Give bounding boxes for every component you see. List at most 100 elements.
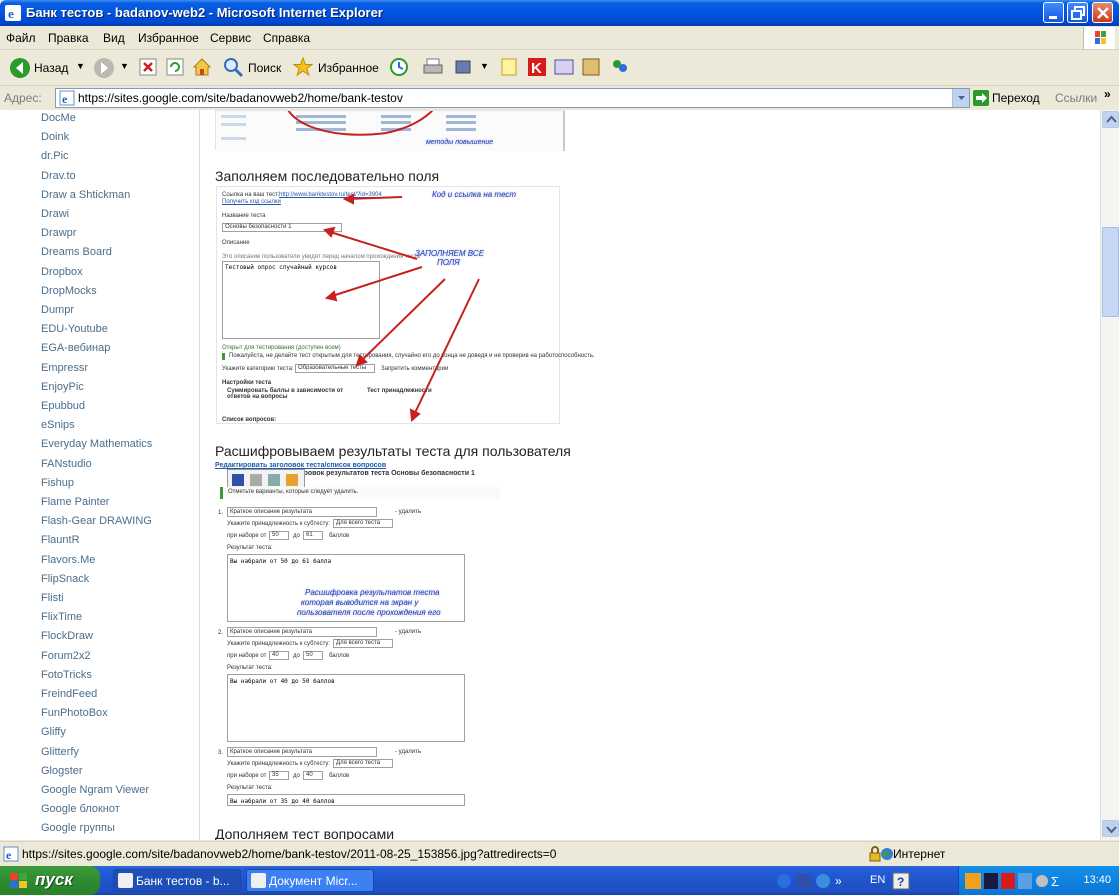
sidebar-item[interactable]: eSnips xyxy=(41,419,75,431)
sidebar-item[interactable]: Dumpr xyxy=(41,304,74,316)
sidebar-item[interactable]: Google группы xyxy=(41,822,115,834)
sidebar-item[interactable]: Glitterfy xyxy=(41,746,79,758)
stop-icon[interactable] xyxy=(137,56,159,80)
sidebar-item[interactable]: FotoTricks xyxy=(41,669,92,681)
go-arrow-icon xyxy=(973,90,989,106)
scroll-thumb[interactable] xyxy=(1102,227,1119,317)
score-from-field: 50 xyxy=(269,531,289,540)
print-icon[interactable] xyxy=(422,56,444,80)
menu-view[interactable]: Вид xyxy=(103,31,125,45)
history-icon[interactable] xyxy=(388,56,410,80)
menu-favorites[interactable]: Избранное xyxy=(138,31,199,45)
sidebar-item[interactable]: EGA-вебинар xyxy=(41,342,110,354)
sidebar-item[interactable]: EnjoyPic xyxy=(41,381,84,393)
sidebar-item[interactable]: Glogster xyxy=(41,765,83,777)
sidebar-item[interactable]: Dreams Board xyxy=(41,246,112,258)
research-icon[interactable] xyxy=(580,56,602,80)
favorites-button[interactable]: Избранное xyxy=(318,61,379,75)
close-button[interactable] xyxy=(1092,2,1113,23)
translate-icon[interactable] xyxy=(553,56,575,80)
menu-file[interactable]: Файл xyxy=(6,31,36,45)
score-prefix: при наборе от xyxy=(227,773,267,779)
score-from-field: 40 xyxy=(269,651,289,660)
sidebar-item[interactable]: FlixTime xyxy=(41,611,82,623)
status-page-icon: e xyxy=(3,846,19,862)
sidebar-item[interactable]: Draw a Shtickman xyxy=(41,189,130,201)
sidebar-item[interactable]: DocMe xyxy=(41,112,76,124)
result-short-field: Краткое описание результата xyxy=(227,627,377,637)
sidebar-item[interactable]: Gliffy xyxy=(41,726,66,738)
search-button[interactable]: Поиск xyxy=(248,61,281,75)
sidebar-item[interactable]: Forum2x2 xyxy=(41,650,91,662)
section-heading-results: Расшифровываем результаты теста для поль… xyxy=(215,443,571,459)
subtest-value: Для всего теста xyxy=(336,520,381,526)
kaspersky-icon[interactable]: K xyxy=(526,56,548,80)
sidebar-item[interactable]: DropMocks xyxy=(41,285,97,297)
links-button[interactable]: Ссылки xyxy=(1055,91,1097,105)
vertical-scrollbar[interactable] xyxy=(1100,110,1119,840)
sidebar-item[interactable]: FunPhotoBox xyxy=(41,707,108,719)
notes-icon[interactable] xyxy=(498,56,520,80)
task-ie[interactable]: Банк тестов - b... xyxy=(113,869,241,892)
quicklaunch-icons[interactable]: » xyxy=(775,872,851,890)
sidebar-item[interactable]: Flavors.Me xyxy=(41,554,95,566)
go-button[interactable]: Переход xyxy=(973,89,1045,107)
start-button[interactable]: пуск xyxy=(0,866,100,895)
sidebar-item[interactable]: FlauntR xyxy=(41,534,80,546)
sidebar-item[interactable]: Everyday Mathematics xyxy=(41,438,152,450)
sidebar-item[interactable]: Flisti xyxy=(41,592,64,604)
top-annotation: методы повышение xyxy=(426,139,494,146)
refresh-icon[interactable] xyxy=(164,56,186,80)
edit-dropdown-icon[interactable]: ▼ xyxy=(480,61,489,71)
title-bar[interactable]: e Банк тестов - badanov-web2 - Microsoft… xyxy=(0,0,1119,26)
menu-tools[interactable]: Сервис xyxy=(210,31,251,45)
sidebar-item[interactable]: FreindFeed xyxy=(41,688,97,700)
messenger-icon[interactable] xyxy=(609,56,631,80)
forward-dropdown-icon[interactable]: ▼ xyxy=(120,61,129,71)
menu-help[interactable]: Справка xyxy=(263,31,310,45)
address-input[interactable]: e https://sites.google.com/site/badanovw… xyxy=(55,88,970,108)
windows-flag-icon xyxy=(1083,27,1115,49)
sidebar-item[interactable]: FANstudio xyxy=(41,458,92,470)
address-dropdown-icon[interactable] xyxy=(952,89,969,107)
sidebar-item[interactable]: FlipSnack xyxy=(41,573,89,585)
favorites-star-icon[interactable] xyxy=(292,56,314,80)
result-text: Вы набрали от 40 до 50 баллов xyxy=(230,678,335,685)
sidebar-item[interactable]: Google блокнот xyxy=(41,803,120,815)
sidebar-item[interactable]: Fishup xyxy=(41,477,74,489)
scroll-up-icon[interactable] xyxy=(1102,111,1119,128)
result-short: Краткое описание результата xyxy=(230,509,312,515)
help-icon[interactable]: ? xyxy=(892,872,932,890)
sidebar-item[interactable]: Doink xyxy=(41,131,69,143)
chevron-right-icon[interactable]: » xyxy=(1104,87,1111,101)
sidebar-item[interactable]: EDU-Youtube xyxy=(41,323,108,335)
sidebar-item[interactable]: Epubbud xyxy=(41,400,85,412)
sidebar-item[interactable]: Drawpr xyxy=(41,227,76,239)
back-dropdown-icon[interactable]: ▼ xyxy=(76,61,85,71)
maximize-button[interactable] xyxy=(1067,2,1088,23)
result-number: 2. xyxy=(218,630,224,636)
menu-edit[interactable]: Правка xyxy=(48,31,89,45)
search-icon[interactable] xyxy=(222,56,244,80)
tray-icons[interactable]: Σ xyxy=(965,872,1065,890)
minimize-button[interactable] xyxy=(1043,2,1064,23)
language-indicator[interactable]: EN xyxy=(870,874,885,886)
sidebar-item[interactable]: Empressr xyxy=(41,362,88,374)
home-icon[interactable] xyxy=(191,56,213,80)
sidebar-item[interactable]: Dropbox xyxy=(41,266,83,278)
forward-icon[interactable] xyxy=(92,56,116,80)
edit-icon[interactable] xyxy=(452,56,474,80)
result-number: 3. xyxy=(218,750,224,756)
sidebar-item[interactable]: dr.Pic xyxy=(41,150,69,162)
sidebar-item[interactable]: Google Ngram Viewer xyxy=(41,784,149,796)
sidebar-item[interactable]: Drav.to xyxy=(41,170,76,182)
back-icon[interactable] xyxy=(8,56,32,80)
sidebar-item[interactable]: Drawi xyxy=(41,208,69,220)
sidebar-item[interactable]: FlockDraw xyxy=(41,630,93,642)
sidebar-item[interactable]: Flash-Gear DRAWING xyxy=(41,515,152,527)
back-button[interactable]: Назад xyxy=(34,61,68,75)
task-word[interactable]: Документ Micr... xyxy=(246,869,374,892)
scroll-down-icon[interactable] xyxy=(1102,820,1119,837)
sidebar-item[interactable]: Flame Painter xyxy=(41,496,109,508)
result-short: Краткое описание результата xyxy=(230,629,312,635)
